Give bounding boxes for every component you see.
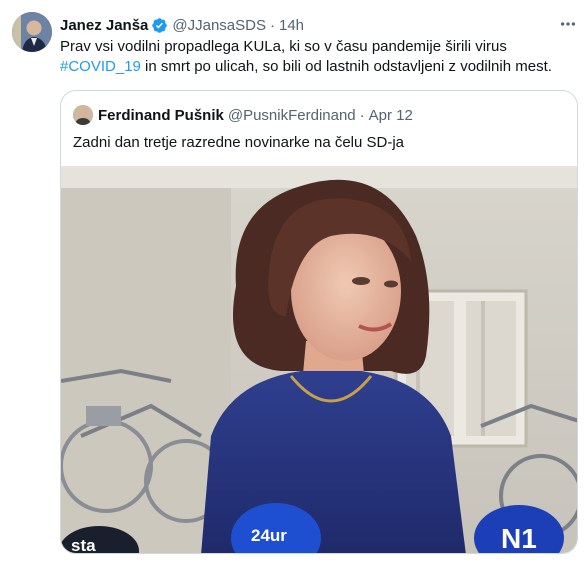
verified-badge-icon [151,17,168,34]
author-avatar[interactable] [12,12,52,52]
tweet-time[interactable]: 14h [279,17,304,34]
tweet-text-part2: in smrt po ulicah, so bili od lastnih od… [140,58,552,75]
quoted-author-handle[interactable]: @PusnikFerdinand [228,107,356,124]
quoted-author-avatar[interactable] [73,105,93,125]
hashtag-link[interactable]: #COVID_19 [60,58,141,75]
quoted-tweet[interactable]: Ferdinand Pušnik @PusnikFerdinand · Apr … [60,90,578,554]
tweet[interactable]: Janez Janša @JJansaSDS · 14h Prav vsi vo… [0,0,587,563]
tweet-text-part1: Prav vsi vodilni propadlega KULa, ki so … [60,38,507,55]
author-handle[interactable]: @JJansaSDS [172,17,266,34]
more-options-icon[interactable] [558,14,578,34]
tweet-text: Prav vsi vodilni propadlega KULa, ki so … [60,37,575,77]
tweet-photo[interactable]: sta 24ur N1 [61,166,577,554]
mic-label-left: sta [71,536,96,554]
quoted-date[interactable]: Apr 12 [369,107,413,124]
mic-label-right: N1 [501,523,537,554]
quoted-author-name[interactable]: Ferdinand Pušnik [98,107,224,124]
tweet-header: Janez Janša @JJansaSDS · 14h [60,14,304,36]
separator-dot: · [270,16,275,34]
quoted-tweet-header: Ferdinand Pušnik @PusnikFerdinand · Apr … [73,105,413,125]
quoted-tweet-text: Zadni dan tretje razredne novinarke na č… [73,134,405,151]
author-name[interactable]: Janez Janša [60,17,148,34]
mic-label-center: 24ur [251,526,287,545]
quoted-separator-dot: · [359,106,365,124]
